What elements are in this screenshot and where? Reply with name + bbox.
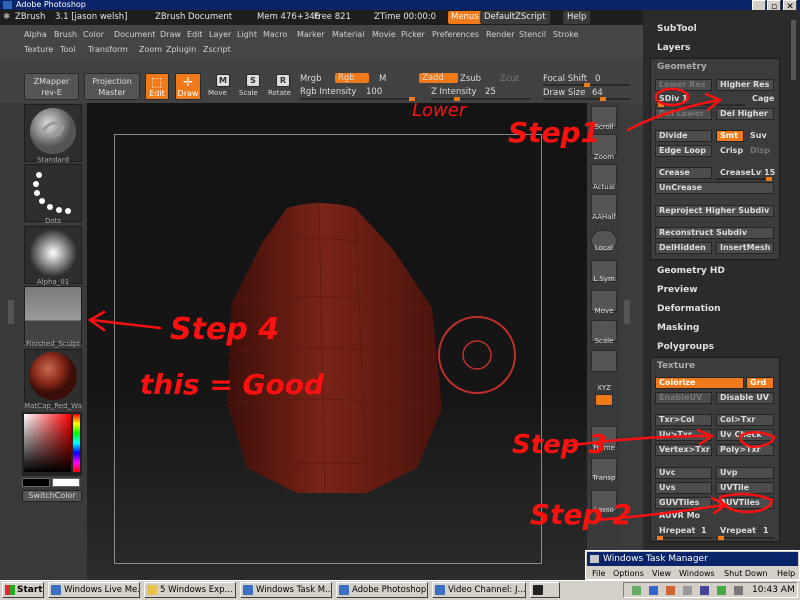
tm-menu-view[interactable]: View [652, 569, 671, 578]
tray-icon[interactable] [649, 586, 658, 595]
messenger-icon [51, 585, 61, 595]
task-manager-titlebar[interactable]: Windows Task Manager [587, 552, 798, 566]
taskbar-item-live-messenger[interactable]: Windows Live Me... [48, 582, 140, 598]
taskbar-item-label: Windows Live Me... [64, 585, 140, 595]
tray-icon[interactable] [717, 586, 726, 595]
taskbar-item-explorer[interactable]: 5 Windows Exp... [144, 582, 236, 598]
tray-icon[interactable] [632, 586, 641, 595]
annotation-step4: Step 4 [170, 312, 280, 347]
tm-menu-options[interactable]: Options [613, 569, 644, 578]
task-manager-title: Windows Task Manager [603, 554, 708, 564]
zbrush-icon [533, 585, 543, 595]
system-tray: 10:43 AM [623, 582, 798, 598]
photoshop-icon [339, 585, 349, 595]
task-manager-menubar: File Options View Windows Shut Down Help [587, 568, 798, 580]
tray-icon[interactable] [683, 586, 692, 595]
taskbar-item-photoshop[interactable]: Adobe Photoshop [336, 582, 428, 598]
uv-check-annotation-circle [738, 431, 776, 449]
start-label: Start [17, 585, 43, 595]
annotation-overlay [87, 87, 776, 522]
taskbar-item-video-channel[interactable]: Video Channel: J... [432, 582, 526, 598]
speaker-icon[interactable] [734, 586, 743, 595]
taskbar-item-label: Adobe Photoshop [352, 585, 427, 595]
annotation-step1: Step1 [508, 116, 601, 149]
tm-menu-file[interactable]: File [592, 569, 605, 578]
tray-icon[interactable] [700, 586, 709, 595]
task-manager-icon [243, 585, 253, 595]
taskbar-item-label: 5 Windows Exp... [160, 585, 233, 595]
step4-arrow [90, 318, 162, 330]
taskbar-item-label: Video Channel: J... [448, 585, 526, 595]
tm-menu-windows[interactable]: Windows [679, 569, 715, 578]
taskbar-item-zbrush[interactable] [530, 582, 560, 598]
annotation-good: this = Good [140, 368, 325, 401]
annotation-step2: Step 2 [530, 498, 632, 531]
sdiv-annotation-circle [654, 87, 690, 107]
task-manager-icon [590, 555, 599, 563]
tray-icon[interactable] [666, 586, 675, 595]
start-button[interactable]: Start [2, 582, 44, 598]
browser-icon [435, 585, 445, 595]
clock: 10:43 AM [752, 585, 795, 595]
folder-icon [147, 585, 157, 595]
windows-logo-icon [5, 585, 15, 595]
tm-menu-help[interactable]: Help [777, 569, 795, 578]
annotation-step3: Step 3 [512, 430, 607, 460]
tm-menu-shutdown[interactable]: Shut Down [724, 569, 768, 578]
auvtiles-annotation-circle [718, 492, 774, 514]
annotation-lower: Lower [412, 100, 467, 121]
taskbar-item-label: Windows Task M... [256, 585, 332, 595]
taskbar-item-task-manager[interactable]: Windows Task M... [240, 582, 332, 598]
